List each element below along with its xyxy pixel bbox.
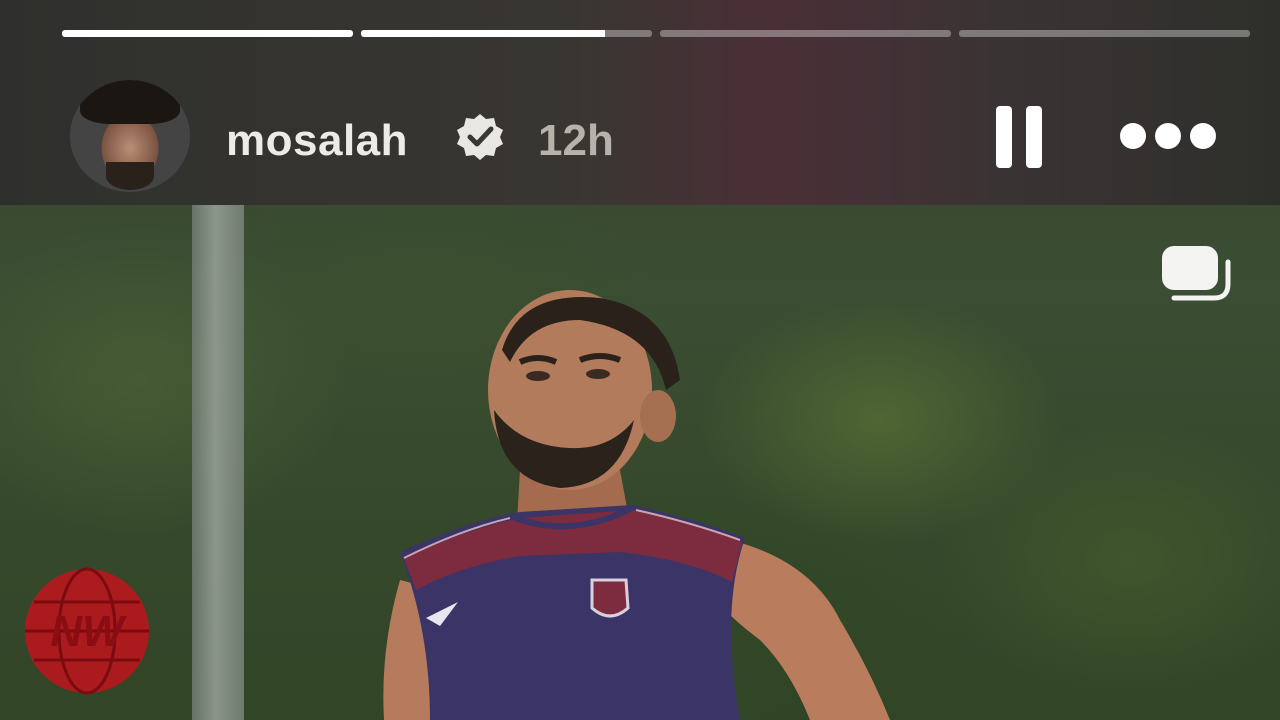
pause-icon[interactable] <box>994 106 1048 168</box>
progress-segment <box>62 30 353 37</box>
verified-badge-icon <box>457 114 503 160</box>
carousel-icon[interactable] <box>1158 242 1236 306</box>
nw-logo: NW <box>25 567 149 695</box>
post-time: 12h <box>538 116 614 165</box>
background-pole <box>192 205 244 720</box>
svg-text:NW: NW <box>50 607 127 656</box>
story-progress-bar <box>62 30 1250 38</box>
username[interactable]: mosalah <box>226 116 408 166</box>
more-options-icon[interactable] <box>1120 118 1216 154</box>
avatar[interactable] <box>70 80 190 192</box>
progress-segment <box>660 30 951 37</box>
player-figure <box>383 290 890 720</box>
progress-segment <box>361 30 652 37</box>
progress-segment <box>959 30 1250 37</box>
story-header: mosalah 12h <box>0 0 1280 205</box>
